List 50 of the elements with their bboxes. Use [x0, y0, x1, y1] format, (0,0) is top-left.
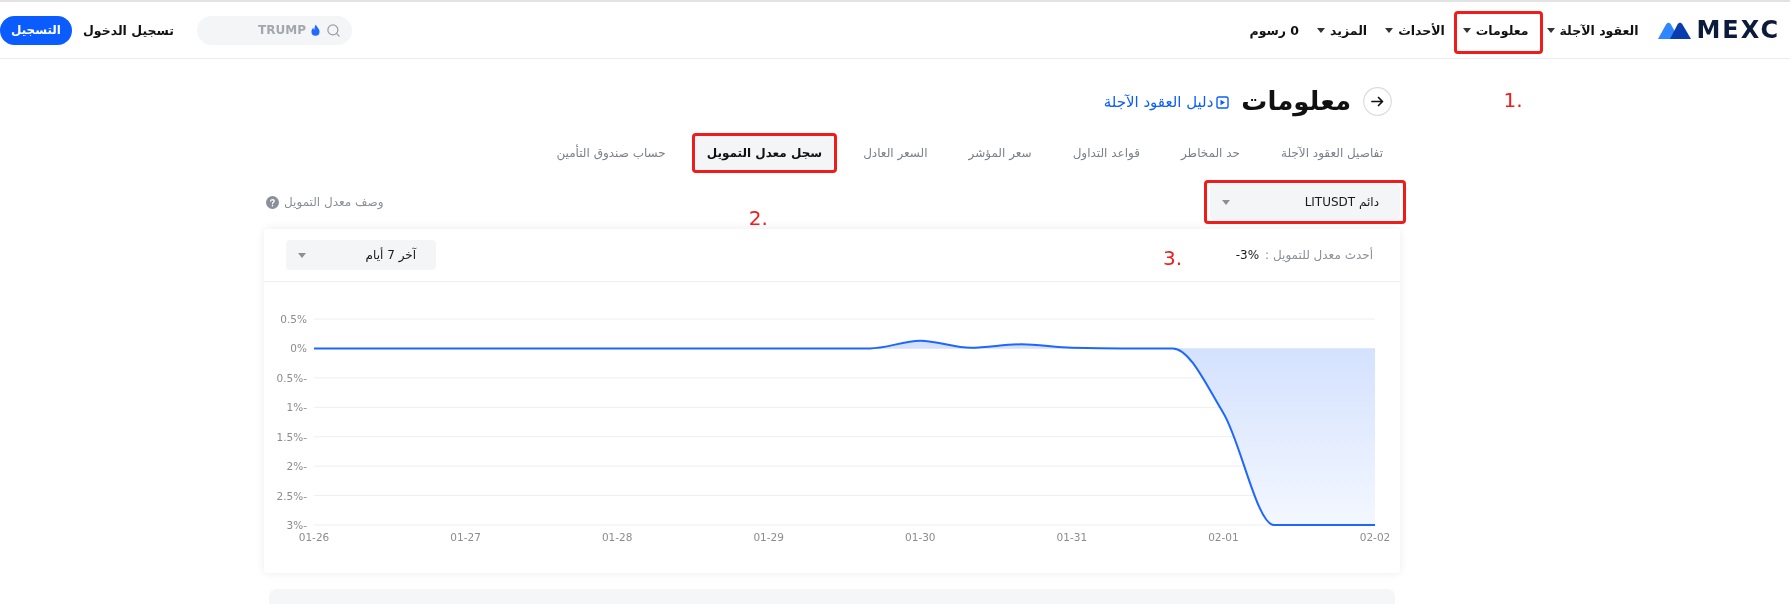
step-number: 2.: [748, 206, 768, 230]
nav-menu-item[interactable]: الأحداث: [1385, 20, 1445, 40]
step-number: 1.: [1503, 88, 1523, 112]
y-axis-label: -2.5%: [276, 489, 307, 502]
y-axis-label: -0.5%: [276, 371, 307, 384]
tab[interactable]: حد المخاطر: [1169, 136, 1251, 170]
search-icon: [325, 22, 341, 38]
question-icon: [266, 195, 279, 209]
x-axis-label: 01-26: [297, 531, 331, 543]
caret-icon: [298, 252, 306, 258]
guide-link[interactable]: دليل العقود الآجلة: [1103, 93, 1230, 111]
period-select[interactable]: آخر 7 أيام: [286, 240, 436, 270]
search-field[interactable]: TRUMP: [196, 15, 352, 45]
step-number: 3.: [1162, 246, 1182, 270]
register-button[interactable]: التسجيل: [0, 15, 72, 45]
back-button[interactable]: [1363, 86, 1392, 116]
x-axis-label: 02-01: [1207, 531, 1240, 543]
x-axis-label: 01-29: [752, 531, 785, 543]
logo-icon: [1658, 21, 1692, 39]
tab[interactable]: تفاصيل العقود الآجلة: [1270, 136, 1394, 170]
y-axis-label: 0.5%: [280, 313, 307, 325]
latest-rate-value: -3%: [1235, 248, 1260, 262]
arrow-right-icon: [1363, 86, 1392, 116]
tab[interactable]: السعر العادل: [852, 136, 939, 170]
y-axis-label: -1.5%: [276, 430, 307, 443]
nav-menu-item[interactable]: 0 رسوم: [1249, 20, 1300, 40]
caret-icon: [1222, 199, 1230, 205]
x-axis-label: 01-30: [904, 531, 937, 543]
page-title: معلومات: [1241, 85, 1351, 117]
nav-menu-item[interactable]: معلومات: [1462, 20, 1529, 40]
flame-icon: [310, 24, 320, 36]
y-axis-label: -1%: [286, 401, 307, 414]
latest-rate-label: أحدث معدل للتمويل :: [1265, 248, 1373, 262]
document-icon: [1216, 95, 1230, 109]
nav-menu-item[interactable]: العقود الآجلة: [1546, 20, 1639, 40]
x-axis-label: 01-28: [600, 531, 634, 543]
login-link[interactable]: تسجيل الدخول: [83, 22, 174, 38]
x-axis-label: 02-02: [1358, 531, 1392, 543]
x-axis-label: 01-27: [449, 531, 482, 543]
nav-menu-item[interactable]: المزيد: [1317, 20, 1368, 40]
y-axis-label: -2%: [286, 460, 307, 473]
brand-logo[interactable]: MEXC: [1658, 16, 1780, 44]
tab[interactable]: سعر المؤشر: [957, 136, 1043, 170]
tab[interactable]: حساب صندوق التأمين: [545, 136, 677, 170]
contract-select[interactable]: دائم LITUSDT: [1210, 184, 1400, 220]
y-axis-label: 0%: [290, 342, 307, 355]
tab[interactable]: سجل معدل التمويل: [695, 136, 834, 170]
y-axis-label: -3%: [286, 518, 307, 531]
x-axis-label: 01-31: [1055, 531, 1089, 543]
tab[interactable]: قواعد التداول: [1061, 136, 1151, 170]
